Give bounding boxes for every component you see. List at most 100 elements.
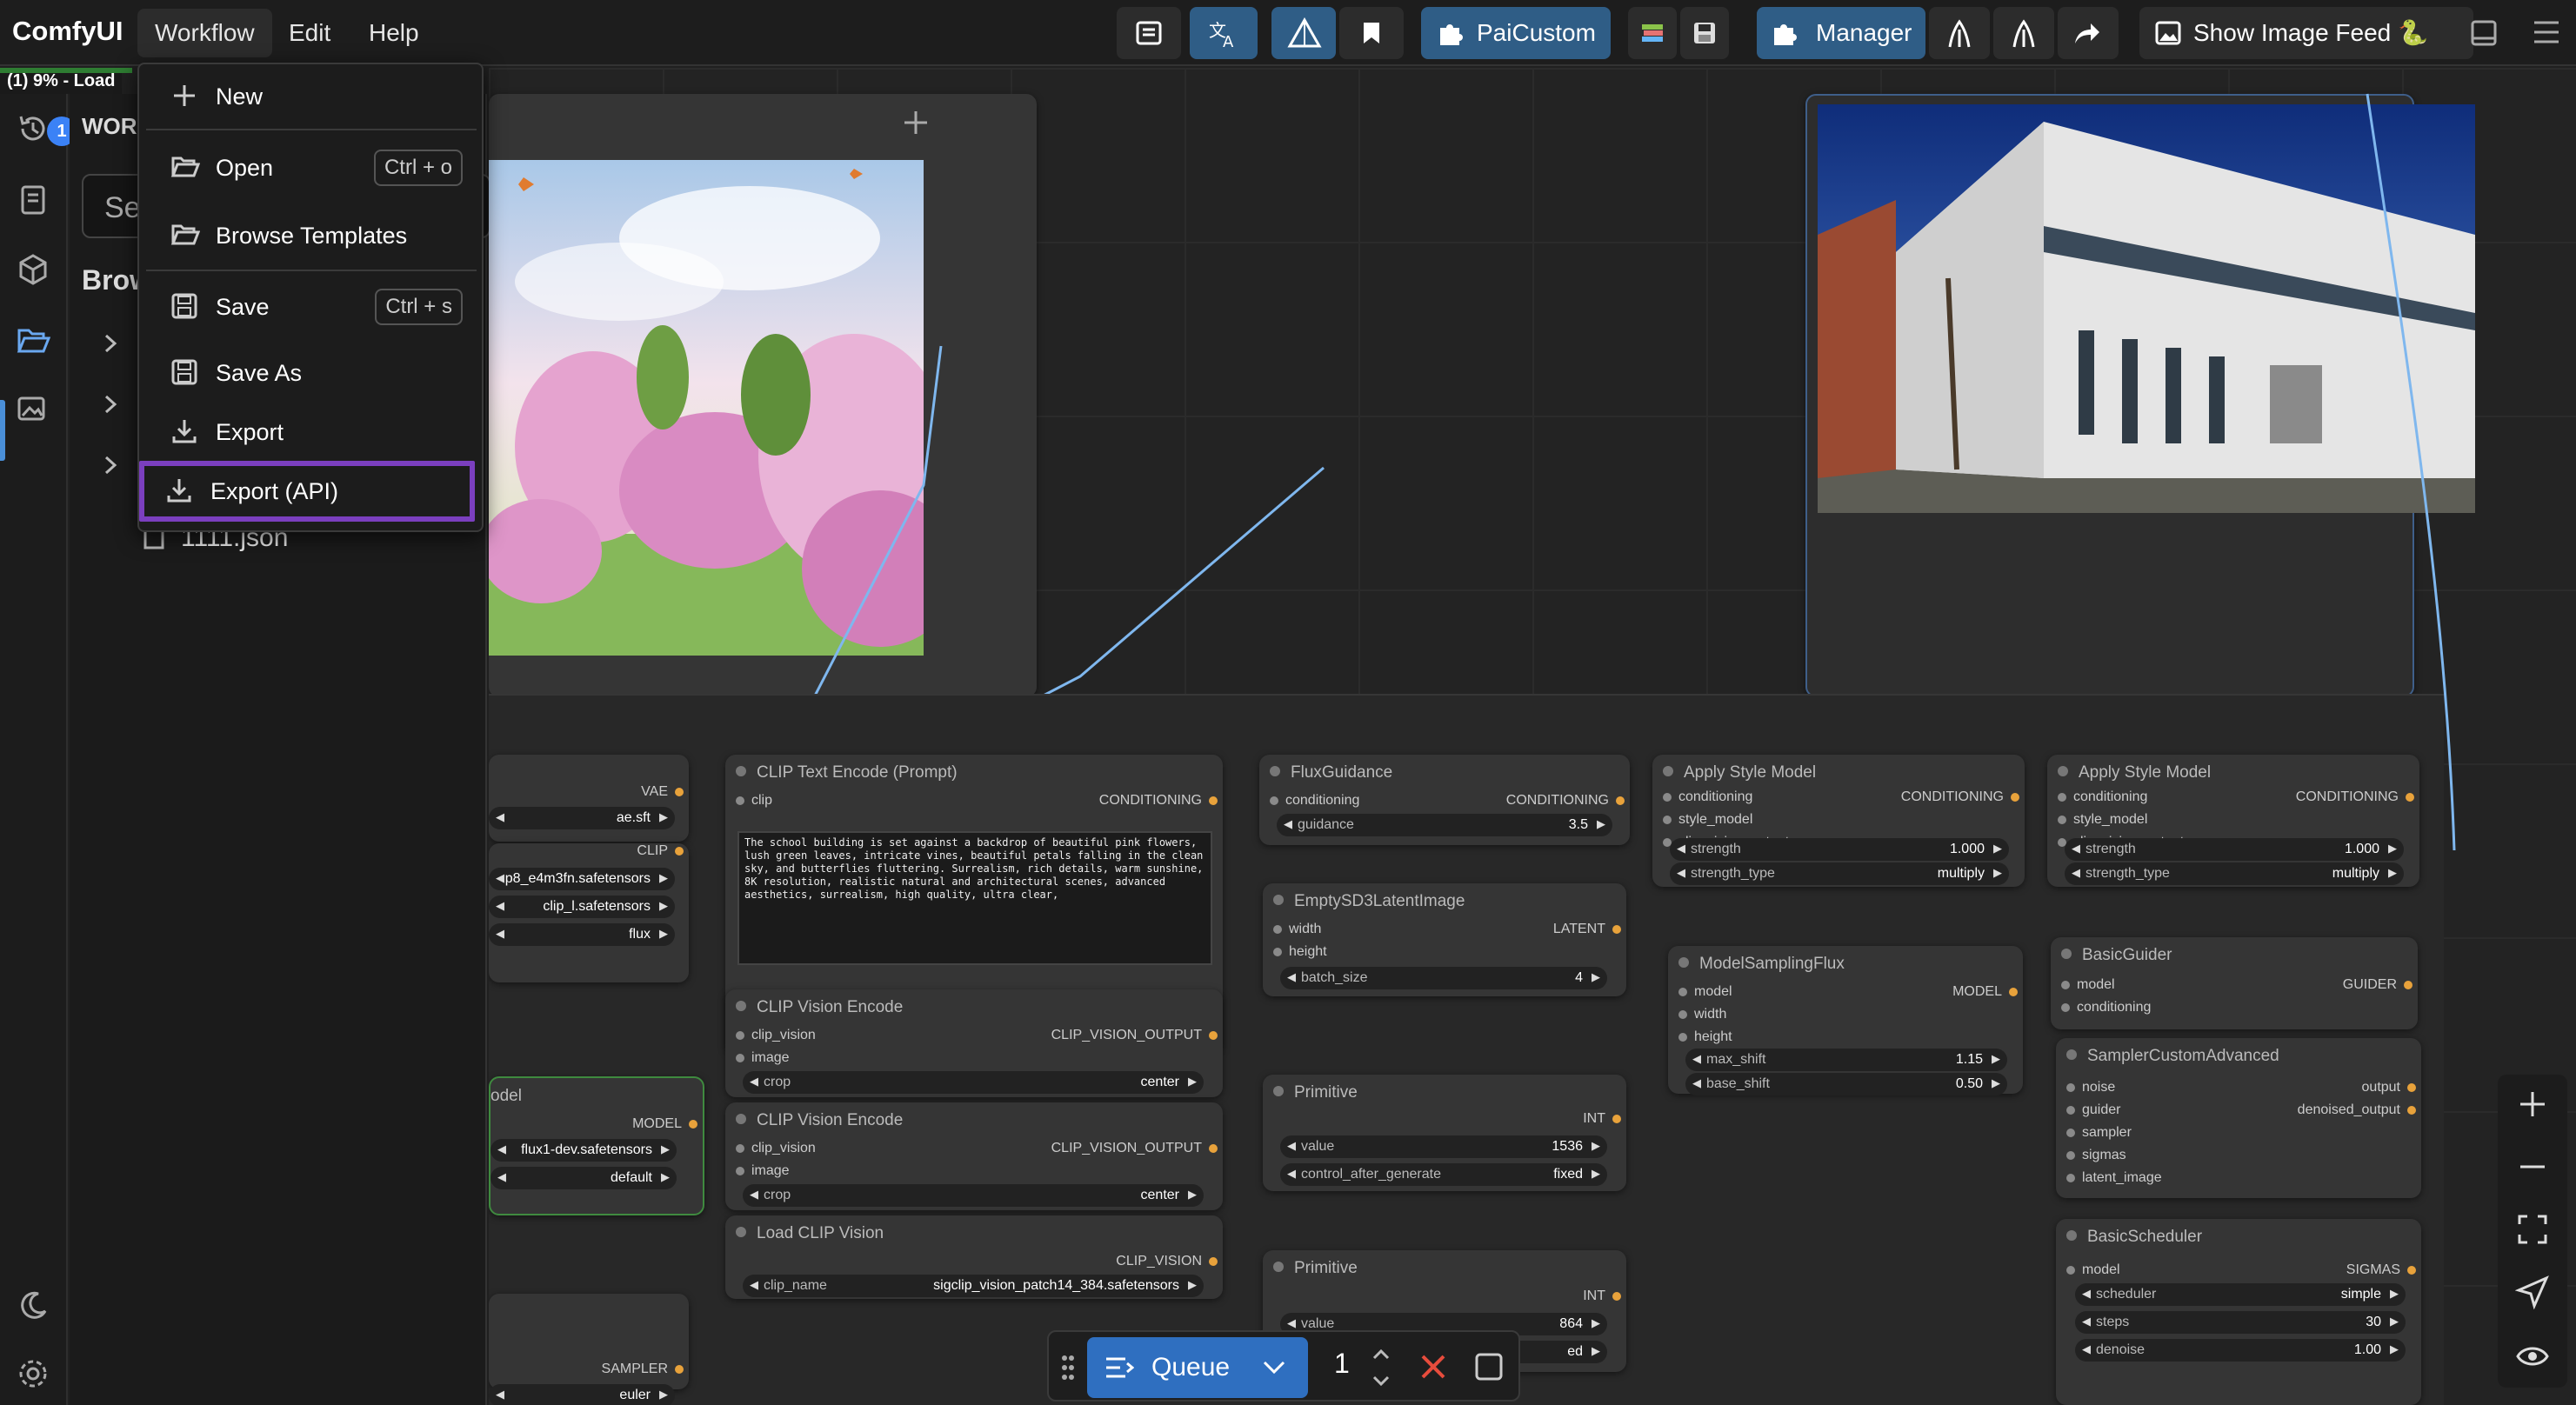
width-input[interactable]: width [1678,1007,1726,1022]
sigmas-output[interactable]: SIGMAS [2346,1262,2417,1278]
fork-button-1[interactable] [1929,7,1990,59]
menu-help[interactable]: Help [351,9,437,57]
node-library-rail-button[interactable] [16,183,54,221]
theme-toggle-button[interactable] [16,1288,54,1327]
menu-item-export[interactable]: Export [146,405,477,459]
conditioning-output[interactable]: CONDITIONING [1901,789,2020,805]
clip-name-widget[interactable]: clip_namesigclip_vision_patch14_384.safe… [743,1275,1204,1297]
clip-type-widget[interactable]: flux [489,923,675,946]
fit-view-icon[interactable] [2515,1212,2550,1247]
model-input[interactable]: model [1678,984,1732,1000]
save-disk-button[interactable] [1680,7,1729,59]
model-input[interactable]: model [2066,1262,2120,1278]
batch-size-widget[interactable]: batch_size4 [1280,967,1607,989]
style-model-input[interactable]: style_model [2058,812,2147,828]
menu-item-open[interactable]: Open Ctrl + o [146,141,477,195]
table-button[interactable] [1117,7,1181,59]
drag-handle-icon[interactable] [1059,1353,1077,1382]
batch-count-input[interactable]: 1 [1334,1348,1350,1380]
base-shift-widget[interactable]: base_shift0.50 [1685,1073,2007,1095]
crop-widget[interactable]: cropcenter [743,1184,1204,1207]
chevron-right-icon[interactable] [97,391,123,417]
conditioning-input[interactable]: conditioning [2058,789,2147,805]
sampler-name-widget[interactable]: euler [489,1384,675,1405]
scheduler-widget[interactable]: schedulersimple [2075,1283,2406,1306]
steps-widget[interactable]: steps30 [2075,1311,2406,1334]
fork-button-2[interactable] [1993,7,2054,59]
eye-icon[interactable] [2515,1339,2550,1374]
menu-hamburger-icon[interactable] [2533,19,2560,45]
strength-widget[interactable]: strength1.000 [2065,838,2404,861]
zoom-out-icon[interactable] [2515,1149,2550,1184]
clip-vision-output[interactable]: CLIP_VISION_OUTPUT [1051,1141,1218,1156]
image-input[interactable]: image [736,1163,790,1179]
strength-type-widget[interactable]: strength_typemultiply [1670,862,2009,885]
node-library-button[interactable] [1271,7,1336,59]
apply-style-model-node[interactable]: Apply Style Model conditioning style_mod… [1652,755,2025,887]
crop-widget[interactable]: cropcenter [743,1071,1204,1094]
clip-name2-widget[interactable]: clip_l.safetensors [489,896,675,918]
output-slot[interactable]: output [2362,1080,2417,1095]
sigmas-input[interactable]: sigmas [2066,1148,2126,1163]
menu-item-save[interactable]: Save Ctrl + s [146,280,477,334]
prompt-textarea[interactable]: The school building is set against a bac… [737,831,1212,965]
queue-button[interactable]: Queue [1087,1337,1308,1398]
vae-output[interactable]: VAE [641,784,684,800]
panel-toggle-icon[interactable] [2470,19,2498,47]
settings-button[interactable] [16,1356,54,1395]
clip-vision-encode-node[interactable]: CLIP Vision Encode clip_vision image CLI… [725,1102,1223,1210]
denoise-widget[interactable]: denoise1.00 [2075,1339,2406,1362]
show-image-feed-button[interactable]: Show Image Feed 🐍 [2139,7,2473,59]
guider-input[interactable]: guider [2066,1102,2120,1118]
menu-item-browse-templates[interactable]: Browse Templates [146,209,477,263]
share-button[interactable] [2058,7,2119,59]
paicustom-button[interactable]: PaiCustom [1421,7,1611,59]
height-input[interactable]: height [1273,944,1327,960]
max-shift-widget[interactable]: max_shift1.15 [1685,1049,2007,1071]
style-model-input[interactable]: style_model [1663,812,1752,828]
guider-output[interactable]: GUIDER [2343,977,2413,993]
guidance-widget[interactable]: guidance3.5 [1277,814,1612,836]
model-sampling-flux-node[interactable]: ModelSamplingFlux model width height MOD… [1668,946,2023,1095]
send-arrow-icon[interactable] [2515,1275,2550,1309]
strength-type-widget[interactable]: strength_typemultiply [2065,862,2404,885]
translate-button[interactable]: 文A [1190,7,1258,59]
queue-history-button[interactable]: 1 [16,111,77,150]
clip-name1-widget[interactable]: p8_e4m3fn.safetensors [489,868,675,890]
chevron-right-icon[interactable] [97,330,123,356]
chevron-down-icon[interactable] [1261,1358,1287,1377]
empty-sd3-latent-node[interactable]: EmptySD3LatentImage width height LATENT … [1263,883,1626,996]
flux-guidance-node[interactable]: FluxGuidance conditioning CONDITIONING g… [1259,755,1630,845]
model-input[interactable]: model [2061,977,2115,993]
conditioning-output[interactable]: CONDITIONING [2296,789,2415,805]
int-output[interactable]: INT [1583,1111,1621,1127]
dual-clip-loader-node[interactable]: CLIP p8_e4m3fn.safetensors clip_l.safete… [489,843,689,982]
sampler-custom-advanced-node[interactable]: SamplerCustomAdvanced noise guider sampl… [2056,1038,2421,1198]
image-input[interactable]: image [736,1050,790,1066]
graph-canvas[interactable]: VAE ae.sft CLIP p8_e4m3fn.safetensors cl… [489,68,2576,1405]
denoised-output-slot[interactable]: denoised_output [2298,1102,2417,1118]
stepper-icon[interactable] [1371,1342,1391,1393]
books-button[interactable] [1628,7,1677,59]
primitive-node[interactable]: Primitive INT value1536 control_after_ge… [1263,1075,1626,1191]
apply-style-model-node[interactable]: Apply Style Model conditioning style_mod… [2047,755,2419,887]
conditioning-input[interactable]: conditioning [1663,789,1752,805]
clip-input[interactable]: clip [736,793,772,809]
stop-square-icon[interactable] [1473,1351,1505,1382]
load-clip-vision-node[interactable]: Load CLIP Vision CLIP_VISION clip_namesi… [725,1215,1223,1299]
height-input[interactable]: height [1678,1029,1732,1045]
strength-widget[interactable]: strength1.000 [1670,838,2009,861]
clip-vision-output[interactable]: CLIP_VISION [1116,1254,1218,1269]
unet-name-widget[interactable]: flux1-dev.safetensors [491,1139,677,1162]
clip-vision-output[interactable]: CLIP_VISION_OUTPUT [1051,1028,1218,1043]
menu-workflow[interactable]: Workflow [137,9,272,57]
conditioning-output[interactable]: CONDITIONING [1506,793,1625,809]
ksampler-select-node[interactable]: SAMPLER euler [489,1294,689,1405]
bookmark-button[interactable] [1339,7,1404,59]
clip-vision-encode-node[interactable]: CLIP Vision Encode clip_vision image CLI… [725,989,1223,1097]
model-output[interactable]: MODEL [1952,984,2018,1000]
value-widget[interactable]: value1536 [1280,1135,1607,1158]
cancel-x-icon[interactable] [1418,1351,1449,1382]
basic-guider-node[interactable]: BasicGuider model conditioning GUIDER [2051,937,2418,1029]
vae-name-widget[interactable]: ae.sft [489,807,675,829]
